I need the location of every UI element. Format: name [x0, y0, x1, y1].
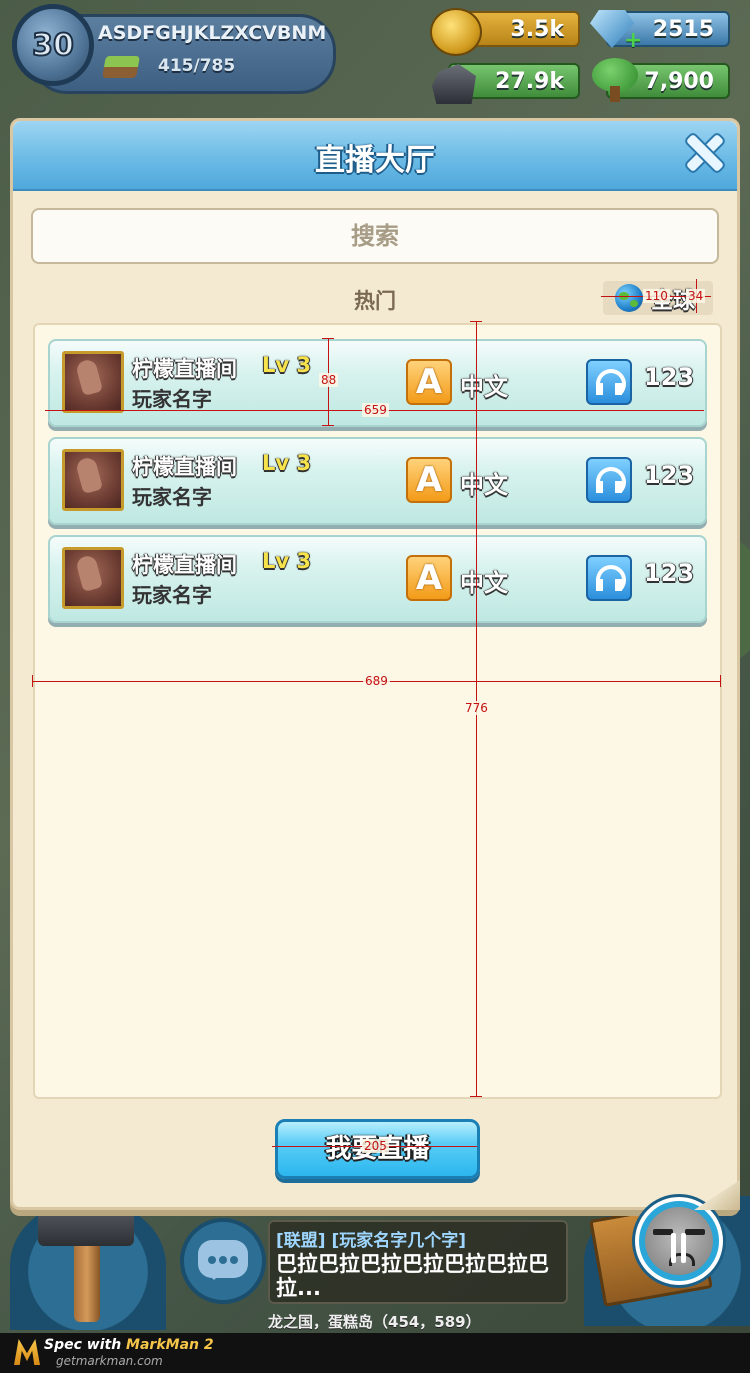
level-badge[interactable]: 30: [12, 4, 94, 86]
headphones-icon: [596, 565, 626, 595]
page-curl: [694, 1180, 740, 1210]
room-level: Lv 3: [262, 451, 311, 475]
dialog-header: 直播大厅: [13, 121, 737, 191]
spec-label-region-width: 110: [643, 289, 670, 303]
language-icon: A: [406, 359, 452, 405]
listener-badge: [586, 359, 632, 405]
voice-mascot-button[interactable]: [635, 1197, 723, 1285]
room-card[interactable]: 柠檬直播间 Lv 3 玩家名字 A 中文 123: [48, 437, 707, 525]
level-value: 30: [31, 27, 75, 64]
stone-value: 27.9k: [495, 68, 564, 94]
room-name: 柠檬直播间: [132, 455, 237, 479]
headphones-icon: [596, 467, 626, 497]
listener-count: 123: [644, 461, 695, 489]
globe-icon: [615, 284, 643, 312]
host-name: 玩家名字: [132, 387, 212, 411]
search-input[interactable]: [31, 208, 719, 264]
room-card[interactable]: 柠檬直播间 Lv 3 玩家名字 A 中文 123: [48, 535, 707, 623]
grass-block-icon: [102, 56, 140, 78]
add-gems-icon[interactable]: +: [624, 28, 642, 53]
markman-url[interactable]: getmarkman.com: [56, 1354, 163, 1368]
close-icon: [685, 133, 725, 173]
language-label: 中文: [460, 471, 508, 499]
room-level: Lv 3: [262, 353, 311, 377]
coin-icon: [430, 8, 482, 56]
chat-preview-panel[interactable]: [联盟] [玩家名字几个字] 巴拉巴拉巴拉巴拉巴拉巴拉巴拉...: [268, 1220, 568, 1304]
chat-button[interactable]: [180, 1218, 266, 1304]
chat-channel-tag: [联盟] [玩家名字几个字]: [276, 1231, 466, 1251]
gold-value: 3.5k: [510, 16, 564, 42]
xp-value: 415/785: [158, 56, 236, 76]
spec-tick: [322, 425, 334, 426]
dialog-title: 直播大厅: [315, 143, 435, 178]
language-label: 中文: [460, 373, 508, 401]
chat-icon: [198, 1240, 248, 1280]
spec-tick: [32, 675, 33, 687]
host-name: 玩家名字: [132, 485, 212, 509]
hammer-head-icon: [38, 1204, 134, 1246]
avatar: [62, 449, 124, 511]
spec-label-card-height: 88: [319, 373, 339, 387]
gem-value: 2515: [652, 16, 714, 42]
xp-display: 415/785: [102, 54, 314, 80]
headphones-icon: [596, 369, 626, 399]
language-icon: A: [406, 555, 452, 601]
avatar: [62, 547, 124, 609]
tree-icon: [592, 58, 638, 102]
spec-label-list-height: 776: [463, 701, 490, 715]
language-label: 中文: [460, 569, 508, 597]
spec-tick: [470, 1096, 482, 1097]
room-list[interactable]: 柠檬直播间 Lv 3 玩家名字 A 中文 123 柠檬直播间 Lv 3 玩家名字…: [33, 323, 723, 1285]
spec-label-region-height: 34: [686, 289, 706, 303]
chat-message: 巴拉巴拉巴拉巴拉巴拉巴拉巴拉...: [276, 1252, 549, 1300]
markman-footer: Spec with MarkMan 2 getmarkman.com: [0, 1333, 750, 1373]
listener-badge: [586, 555, 632, 601]
live-lobby-dialog: 直播大厅 热门 全球 柠檬直播间 Lv 3 玩家名字 A 中文 123 柠檬直播…: [10, 118, 740, 1285]
spec-label-list-width: 689: [363, 674, 390, 688]
listener-badge: [586, 457, 632, 503]
spec-label-button-width: 205: [362, 1139, 389, 1153]
language-icon: A: [406, 457, 452, 503]
listener-count: 123: [644, 559, 695, 587]
spec-label-card-width: 659: [362, 403, 389, 417]
markman-logo-icon: [14, 1339, 40, 1365]
wood-value: 7,900: [644, 68, 714, 94]
close-button[interactable]: [685, 133, 725, 173]
player-name: ASDFGHJKLZXCVBNM: [98, 22, 327, 44]
markman-brand: MarkMan 2: [126, 1337, 214, 1353]
room-level: Lv 3: [262, 549, 311, 573]
spec-tick: [470, 321, 482, 322]
listener-count: 123: [644, 363, 695, 391]
spec-tick: [720, 675, 721, 687]
room-name: 柠檬直播间: [132, 357, 237, 381]
room-name: 柠檬直播间: [132, 553, 237, 577]
avatar: [62, 351, 124, 413]
face-icon: [645, 1207, 713, 1275]
markman-prefix: Spec with: [44, 1337, 127, 1353]
spec-tick: [322, 338, 334, 339]
location-label: 龙之国，蛋糕岛（454，589）: [268, 1313, 481, 1331]
markman-title: Spec with MarkMan 2: [44, 1337, 214, 1353]
host-name: 玩家名字: [132, 583, 212, 607]
